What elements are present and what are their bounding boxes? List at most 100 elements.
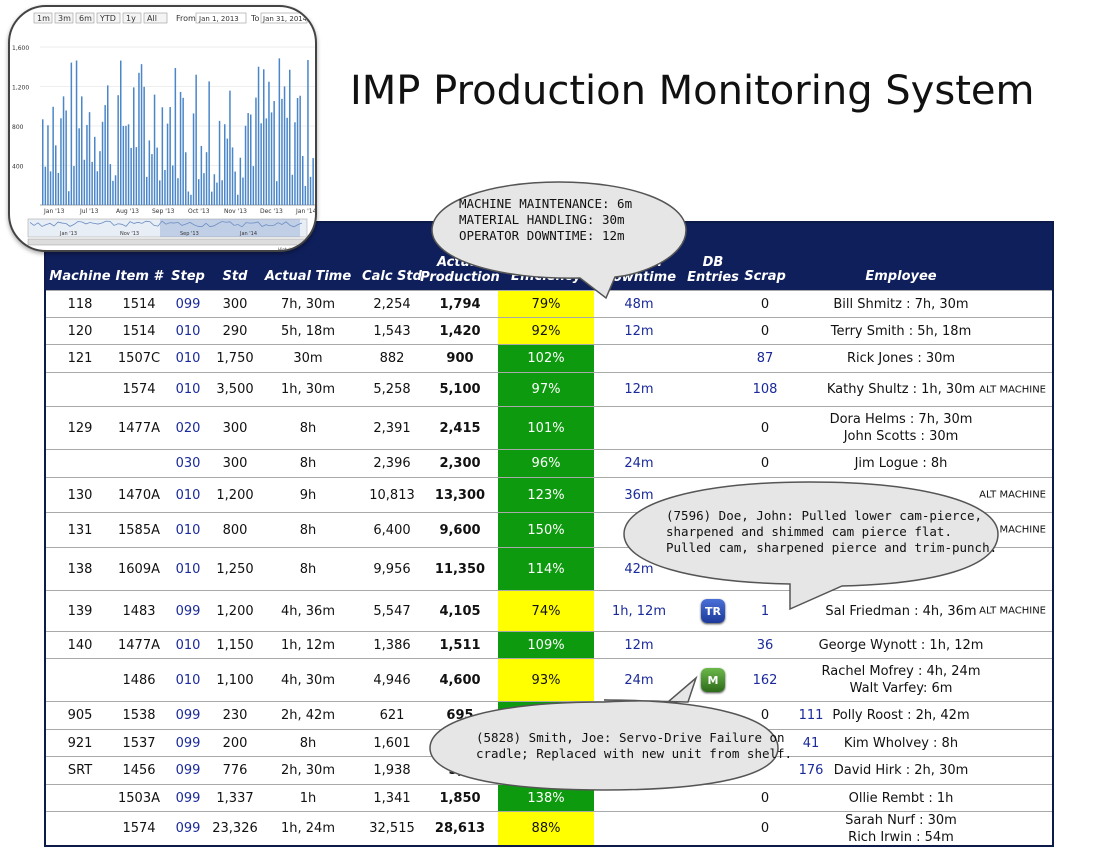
cell-step-link[interactable]: 010 [164, 548, 212, 590]
cell-step-link[interactable]: 030 [164, 450, 212, 477]
chart-bar [117, 95, 119, 205]
cell-actual-production: 1,420 [439, 323, 481, 339]
chart-bar [159, 180, 161, 205]
cell-step-link[interactable]: 099 [164, 730, 212, 756]
chart-bar [99, 151, 101, 205]
cell-std: 1,200 [216, 603, 254, 619]
header-scrap[interactable]: Scrap [740, 223, 790, 290]
chart-bar [146, 176, 148, 205]
employee-entry: Kim Wholvey : 8h [843, 735, 959, 751]
cell-step-link[interactable]: 099 [164, 591, 212, 631]
cell-employee: David Hirk : 2h, 30m [790, 757, 1012, 784]
cell-scrap[interactable]: 36 [740, 632, 790, 658]
range-button-label[interactable]: 3m [58, 14, 71, 23]
cell-std: 1,337 [216, 790, 254, 806]
cell-step-link[interactable]: 099 [164, 785, 212, 811]
chart-bar [260, 123, 262, 205]
cell-scrap: 0 [760, 420, 770, 436]
chart-bar [216, 182, 218, 205]
chart-bar [218, 120, 221, 205]
cell-downtime-link[interactable]: 24m [594, 450, 684, 477]
cell-machine: 118 [67, 296, 93, 312]
cell-scrap[interactable]: 108 [740, 373, 790, 406]
chart-bar [73, 166, 75, 205]
tr-note-text: (7596) Doe, John: Pulled lower cam-pierc… [666, 508, 998, 555]
cell-calc-std: 5,258 [373, 382, 411, 397]
chart-scrollbar[interactable] [27, 238, 308, 246]
cell-efficiency: 102% [498, 345, 594, 372]
chart-bar [78, 128, 80, 205]
cell-step-link[interactable]: 010 [164, 373, 212, 406]
chart-bar [242, 177, 244, 205]
m-note-callout: (5828) Smith, Joe: Servo-Drive Failure o… [428, 675, 792, 792]
header-db-entries[interactable]: DB Entries [684, 223, 742, 290]
range-button-label[interactable]: 6m [79, 14, 92, 23]
cell-std: 1,200 [216, 487, 254, 503]
chart-bar [55, 145, 57, 205]
chart-bar [81, 96, 83, 205]
employee-entry: Rachel Mofrey : 4h, 24m [821, 664, 981, 679]
production-chart: 1m 3m 6m YTD 1y All From Jan 1, 2013 To Jan 31, 2… [12, 12, 315, 250]
employee-entry: Kathy Shultz : 1h, 30m [826, 382, 976, 397]
table-row: 129 1477A 020 300 8h 2,391 2,415 101% 0 Dora Helm… [46, 406, 1052, 449]
chart-bar [135, 147, 138, 205]
employee-entry: Rich Irwin : 54m [848, 829, 954, 845]
cell-downtime-link[interactable]: 12m [594, 632, 684, 658]
cell-efficiency: 109% [498, 632, 594, 658]
cell-actual-time: 1h, 30m [281, 382, 335, 397]
range-button-label[interactable]: 1y [126, 14, 136, 23]
chart-bar [281, 98, 283, 205]
x-tick-label: Aug '13 [116, 208, 139, 215]
chart-bar [148, 140, 151, 205]
cell-std: 300 [222, 420, 248, 436]
header-employee[interactable]: Employee [790, 223, 1012, 290]
cell-downtime-link[interactable]: 12m [594, 373, 684, 406]
cell-downtime-link[interactable] [594, 407, 684, 449]
chart-bar [289, 69, 291, 205]
chart-bar [250, 114, 252, 205]
cell-db-entries [684, 345, 742, 372]
chart-bar [203, 173, 205, 205]
cell-step-link[interactable]: 099 [164, 812, 212, 845]
cell-downtime-link[interactable]: 12m [594, 318, 684, 344]
range-button-label[interactable]: 1m [37, 14, 50, 23]
range-button-label[interactable]: YTD [99, 14, 116, 23]
cell-step-link[interactable]: 010 [164, 659, 212, 701]
production-chart-thumbnail[interactable]: 1m 3m 6m YTD 1y All From Jan 1, 2013 To Jan 31, 2… [8, 5, 317, 252]
cell-item: 1486 [122, 672, 156, 688]
cell-machine: 129 [67, 420, 93, 436]
to-date-value[interactable]: Jan 31, 2014 [262, 15, 308, 23]
cell-item: 1514 [122, 296, 156, 312]
chart-bar [304, 185, 307, 205]
range-button-label[interactable]: All [147, 14, 157, 23]
cell-std: 1,150 [216, 637, 254, 653]
from-date-value[interactable]: Jan 1, 2013 [198, 15, 239, 23]
cell-step-link[interactable]: 010 [164, 345, 212, 372]
cell-downtime-link[interactable] [594, 812, 684, 845]
chart-bar [83, 159, 86, 205]
cell-db-entries [684, 450, 742, 477]
chart-bar [252, 166, 255, 205]
cell-step-link[interactable]: 099 [164, 702, 212, 729]
header-calc-std[interactable]: Calc Std [358, 223, 426, 290]
cell-calc-std: 4,946 [373, 672, 411, 688]
cell-scrap[interactable]: 87 [740, 345, 790, 372]
chart-bar [96, 171, 99, 205]
cell-employee: Polly Roost : 2h, 42m [790, 702, 1012, 729]
cell-item: 1538 [122, 708, 156, 723]
cell-step-link[interactable]: 099 [164, 757, 212, 784]
cell-scrap: 0 [760, 296, 770, 312]
cell-step-link[interactable]: 010 [164, 318, 212, 344]
cell-step-link[interactable]: 020 [164, 407, 212, 449]
cell-downtime-link[interactable] [594, 345, 684, 372]
cell-item: 1470A [118, 487, 160, 503]
cell-step-link[interactable]: 010 [164, 632, 212, 658]
cell-actual-time: 8h [299, 420, 317, 436]
chart-bar [161, 107, 164, 205]
cell-step-link[interactable]: 099 [164, 291, 212, 317]
cell-step-link[interactable]: 010 [164, 513, 212, 547]
cell-step-link[interactable]: 010 [164, 478, 212, 512]
cell-machine: 131 [67, 522, 93, 538]
employee-entry: George Wynott : 1h, 12m [818, 637, 984, 653]
chart-bar [62, 96, 65, 205]
